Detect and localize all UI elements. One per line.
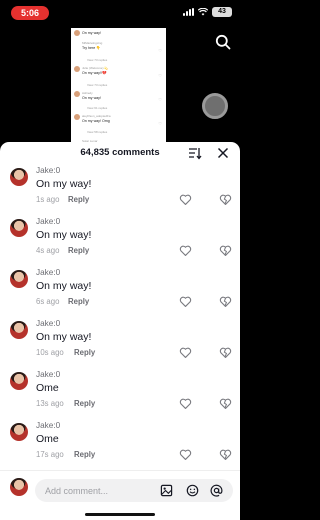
current-user-avatar — [10, 478, 28, 496]
preview-row: On my way! — [82, 96, 101, 100]
preview-heart-icon: ♡ — [158, 97, 162, 102]
preview-row: View 73 replies — [87, 58, 108, 62]
dislike-icon[interactable] — [219, 397, 232, 410]
avatar[interactable] — [10, 423, 28, 441]
preview-row: Julie (Welcome) 💫 — [82, 66, 109, 70]
preview-avatar — [74, 30, 80, 36]
status-icons: 43 — [183, 7, 232, 17]
comment-time: 17s ago — [36, 450, 64, 459]
sort-icon[interactable] — [188, 146, 202, 160]
comment-time: 4s ago — [36, 246, 60, 255]
video-preview-card: On my way! MiMarieIngxing Try here 👇 ♡ V… — [71, 28, 166, 146]
heart-icon[interactable] — [179, 295, 192, 308]
comment-username[interactable]: Jake:0 — [36, 421, 60, 430]
heart-icon[interactable] — [179, 193, 192, 206]
at-icon[interactable] — [210, 484, 223, 497]
comment-time: 6s ago — [36, 297, 60, 306]
preview-row: On my way! — [82, 31, 101, 35]
preview-avatar — [74, 66, 80, 72]
battery-level: 43 — [212, 7, 232, 17]
comment-text: On my way! — [36, 229, 92, 241]
comment-text: On my way! — [36, 178, 92, 190]
reply-button[interactable]: Reply — [68, 246, 89, 255]
preview-row: Ashiedy — [82, 91, 93, 95]
avatar[interactable] — [10, 168, 28, 186]
avatar[interactable] — [10, 372, 28, 390]
preview-row: View 61 replies — [87, 106, 108, 110]
heart-icon[interactable] — [179, 448, 192, 461]
preview-row: MiMarieIngxing — [82, 41, 103, 45]
comment-time: 1s ago — [36, 195, 60, 204]
image-icon[interactable] — [160, 484, 173, 497]
comment-item[interactable]: Jake:0 Ome 17s ago Reply — [0, 421, 240, 469]
reply-button[interactable]: Reply — [68, 195, 89, 204]
avatar[interactable] — [10, 321, 28, 339]
video-area[interactable]: On my way! MiMarieIngxing Try here 👇 ♡ V… — [0, 22, 240, 146]
comment-item[interactable]: Jake:0 On my way! 4s ago Reply — [0, 217, 240, 265]
dislike-icon[interactable] — [219, 346, 232, 359]
floating-record-button[interactable] — [202, 93, 228, 119]
status-time: 5:06 — [11, 6, 49, 20]
comment-item[interactable]: Jake:0 On my way! 1s ago Reply — [0, 166, 240, 214]
comment-item[interactable]: Jake:0 On my way! 10s ago Reply — [0, 319, 240, 367]
comment-username[interactable]: Jake:0 — [36, 217, 60, 226]
wifi-icon — [198, 8, 208, 16]
dislike-icon[interactable] — [219, 295, 232, 308]
preview-row: aleyPaon_adoptedFa — [82, 114, 111, 118]
dislike-icon[interactable] — [219, 244, 232, 257]
preview-row: On my way! Omg — [82, 119, 110, 123]
preview-heart-icon: ♡ — [158, 48, 162, 53]
dislike-icon[interactable] — [219, 193, 232, 206]
search-icon[interactable] — [215, 34, 231, 50]
preview-heart-icon: ♡ — [158, 121, 162, 126]
reply-button[interactable]: Reply — [68, 297, 89, 306]
status-bar: 5:06 43 — [0, 0, 240, 22]
preview-row: View 58 replies — [87, 130, 108, 134]
screen: 5:06 43 On my way! MiMarieIngxing Try he… — [0, 0, 240, 520]
preview-row: View 73 replies — [87, 83, 108, 87]
emoji-icon[interactable] — [186, 484, 199, 497]
comment-text: On my way! — [36, 331, 92, 343]
comment-username[interactable]: Jake:0 — [36, 268, 60, 277]
comment-input[interactable] — [35, 479, 233, 502]
comment-item[interactable]: Jake:0 On my way! 6s ago Reply — [0, 268, 240, 316]
comment-username[interactable]: Jake:0 — [36, 319, 60, 328]
comment-text: Ome — [36, 382, 59, 394]
comment-text: On my way! — [36, 280, 92, 292]
comment-composer — [0, 470, 240, 520]
comments-count-title: 64,835 comments — [80, 147, 160, 158]
reply-button[interactable]: Reply — [74, 399, 95, 408]
dislike-icon[interactable] — [219, 448, 232, 461]
heart-icon[interactable] — [179, 346, 192, 359]
heart-icon[interactable] — [179, 244, 192, 257]
preview-avatar — [74, 114, 80, 120]
preview-row: Try here 👇 — [82, 46, 101, 50]
preview-row: On my way!!💔 — [82, 71, 107, 75]
signal-icon — [183, 8, 194, 16]
avatar[interactable] — [10, 270, 28, 288]
heart-icon[interactable] — [179, 397, 192, 410]
reply-button[interactable]: Reply — [74, 348, 95, 357]
avatar[interactable] — [10, 219, 28, 237]
comment-time: 10s ago — [36, 348, 64, 357]
preview-avatar — [74, 91, 80, 97]
home-indicator — [85, 513, 155, 516]
preview-heart-icon: ♡ — [158, 73, 162, 78]
comment-time: 13s ago — [36, 399, 64, 408]
close-icon[interactable] — [216, 146, 230, 160]
comment-username[interactable]: Jake:0 — [36, 166, 60, 175]
comments-sheet: 64,835 comments Jake:0 On my way! 1s ago Re… — [0, 142, 240, 520]
comment-item[interactable]: Jake:0 Ome 13s ago Reply — [0, 370, 240, 418]
comment-text: Ome — [36, 433, 59, 445]
reply-button[interactable]: Reply — [74, 450, 95, 459]
comment-username[interactable]: Jake:0 — [36, 370, 60, 379]
